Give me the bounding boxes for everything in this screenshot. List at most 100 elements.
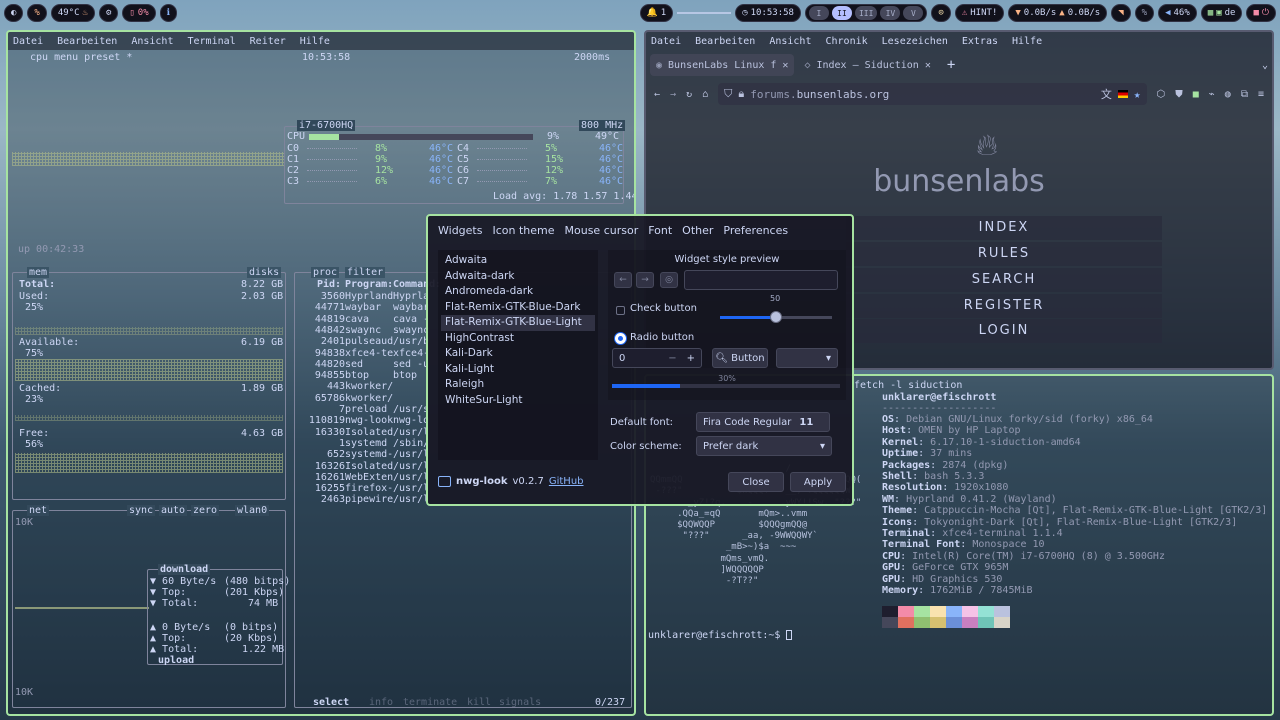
ublock-icon[interactable]: ⛊: [1175, 89, 1183, 100]
settings-widget[interactable]: ⚙: [98, 4, 119, 22]
ff-menu-lesezeichen[interactable]: Lesezeichen: [882, 36, 948, 47]
theme-item[interactable]: Flat-Remix-GTK-Blue-Dark: [441, 300, 595, 316]
preview-forward-icon[interactable]: →: [636, 272, 654, 288]
workspace-button[interactable]: IV: [880, 6, 901, 20]
net-zero[interactable]: zero: [191, 505, 220, 516]
site-nav-register[interactable]: REGISTER: [846, 294, 1162, 318]
apply-button[interactable]: Apply: [790, 472, 846, 492]
site-nav-login[interactable]: LOGIN: [846, 319, 1162, 343]
menu-item-ansicht[interactable]: Ansicht: [131, 36, 173, 47]
notification-widget[interactable]: 🔔 1: [639, 4, 674, 22]
volume-widget[interactable]: ◀ 46%: [1158, 4, 1197, 22]
tab-preferences[interactable]: Preferences: [723, 224, 788, 237]
preview-radio[interactable]: [615, 333, 626, 344]
power-widget[interactable]: ■ ⏻: [1246, 4, 1276, 22]
launcher-button[interactable]: ◐: [4, 4, 24, 22]
theme-item[interactable]: Raleigh: [441, 377, 595, 393]
hamburger-menu-icon[interactable]: ≡: [1258, 89, 1264, 100]
tab-other[interactable]: Other: [682, 224, 713, 237]
workspace-button[interactable]: III: [854, 6, 878, 20]
toggle-widget[interactable]: ⊙: [931, 4, 951, 22]
translate-icon[interactable]: 文: [1101, 86, 1112, 102]
preview-button[interactable]: 🔍︎ Button: [712, 348, 768, 368]
network-widget[interactable]: ▼ 0.0B/s ▲ 0.0B/s: [1008, 4, 1108, 22]
theme-item[interactable]: WhiteSur-Light: [441, 393, 595, 409]
proc-title[interactable]: proc: [311, 267, 340, 278]
update-interval[interactable]: 2000ms: [574, 52, 610, 63]
extensions-puzzle-icon[interactable]: ⧉: [1241, 89, 1248, 100]
preview-scale-knob[interactable]: [770, 311, 782, 323]
theme-item[interactable]: Kali-Light: [441, 362, 595, 378]
theme-item[interactable]: Adwaita: [441, 253, 595, 269]
github-link[interactable]: GitHub: [549, 476, 584, 487]
preview-checkbox[interactable]: [616, 306, 625, 315]
extension-green-icon[interactable]: ■: [1193, 89, 1199, 100]
proc-signals[interactable]: signals: [499, 697, 541, 708]
proc-terminate[interactable]: terminate: [403, 697, 457, 708]
menu-item-reiter[interactable]: Reiter: [250, 36, 286, 47]
ff-menu-bearbeiten[interactable]: Bearbeiten: [695, 36, 755, 47]
reload-icon[interactable]: ↻: [686, 89, 692, 100]
site-nav-rules[interactable]: RULES: [846, 242, 1162, 266]
info-widget[interactable]: ℹ: [159, 4, 178, 22]
tab-bunsenlabs[interactable]: ◉ BunsenLabs Linux f ✕: [650, 54, 795, 76]
theme-item[interactable]: Andromeda-dark: [441, 284, 595, 300]
proc-header-pid[interactable]: Pid:: [317, 279, 341, 290]
tab-widgets[interactable]: Widgets: [438, 224, 482, 237]
theme-item[interactable]: Adwaita-dark: [441, 269, 595, 285]
ff-menu-ansicht[interactable]: Ansicht: [769, 36, 811, 47]
forward-icon[interactable]: →: [670, 89, 676, 100]
net-interface[interactable]: wlan0: [235, 505, 270, 516]
site-nav-index[interactable]: INDEX: [846, 216, 1162, 240]
workspace-button-active[interactable]: II: [831, 6, 852, 20]
proc-info[interactable]: info: [369, 697, 393, 708]
site-nav-search[interactable]: SEARCH: [846, 268, 1162, 292]
proc-filter[interactable]: filter: [345, 267, 386, 278]
menu-item-bearbeiten[interactable]: Bearbeiten: [57, 36, 117, 47]
bookmark-star-icon[interactable]: ★: [1134, 88, 1141, 101]
net-sync[interactable]: sync: [127, 505, 156, 516]
theme-item[interactable]: Flat-Remix-GTK-Blue-Light: [441, 315, 595, 331]
keyboard-widget[interactable]: ▦ ▣ de: [1200, 4, 1243, 22]
menu-item-datei[interactable]: Datei: [13, 36, 43, 47]
proc-kill[interactable]: kill: [467, 697, 491, 708]
workspace-button[interactable]: I: [808, 6, 829, 20]
back-icon[interactable]: ←: [654, 89, 660, 100]
preview-entry[interactable]: [684, 270, 838, 290]
font-chooser-button[interactable]: Fira Code Regular 11: [696, 412, 830, 432]
nwg-look-window[interactable]: Widgets Icon theme Mouse cursor Font Oth…: [426, 214, 854, 506]
tab-siduction[interactable]: ◇ Index – Siduction ✕: [798, 54, 936, 76]
preview-record-icon[interactable]: ◎: [660, 272, 678, 288]
workspace-button[interactable]: V: [903, 6, 924, 20]
ff-menu-extras[interactable]: Extras: [962, 36, 998, 47]
tab-list-icon[interactable]: ⌄: [1262, 60, 1268, 71]
minus-icon[interactable]: −: [668, 353, 676, 364]
brightness-widget[interactable]: %: [1134, 4, 1155, 22]
hint-widget[interactable]: ⚠ HINT!: [954, 4, 1005, 22]
preview-spinbutton[interactable]: 0 − +: [612, 348, 702, 368]
close-button[interactable]: Close: [728, 472, 784, 492]
plus-icon[interactable]: +: [687, 353, 695, 364]
close-tab-icon[interactable]: ✕: [782, 60, 788, 71]
tab-mouse-cursor[interactable]: Mouse cursor: [565, 224, 639, 237]
extension-icon[interactable]: ⌁: [1209, 89, 1215, 100]
bunsenlabs-logo[interactable]: bunsenlabs: [646, 164, 1272, 199]
mem-title[interactable]: mem: [27, 267, 50, 278]
preview-combo[interactable]: ▾: [776, 348, 838, 368]
ff-menu-chronik[interactable]: Chronik: [825, 36, 867, 47]
tab-icon-theme[interactable]: Icon theme: [492, 224, 554, 237]
menu-item-hilfe[interactable]: Hilfe: [300, 36, 330, 47]
net-auto[interactable]: auto: [159, 505, 188, 516]
account-icon[interactable]: ◍: [1225, 89, 1231, 100]
menu-item-terminal[interactable]: Terminal: [187, 36, 235, 47]
pocket-icon[interactable]: ⬡: [1157, 89, 1166, 100]
ff-menu-datei[interactable]: Datei: [651, 36, 681, 47]
preview-back-icon[interactable]: ←: [614, 272, 632, 288]
german-flag-icon[interactable]: [1117, 90, 1128, 98]
idle-inhibitor[interactable]: %: [27, 4, 47, 22]
ff-menu-hilfe[interactable]: Hilfe: [1012, 36, 1042, 47]
color-scheme-dropdown[interactable]: Prefer dark ▾: [696, 436, 832, 456]
home-icon[interactable]: ⌂: [702, 89, 708, 100]
new-tab-icon[interactable]: +: [947, 57, 955, 73]
url-bar[interactable]: ⛉ 🔒︎ forums.bunsenlabs.org 文 ★: [718, 83, 1147, 105]
